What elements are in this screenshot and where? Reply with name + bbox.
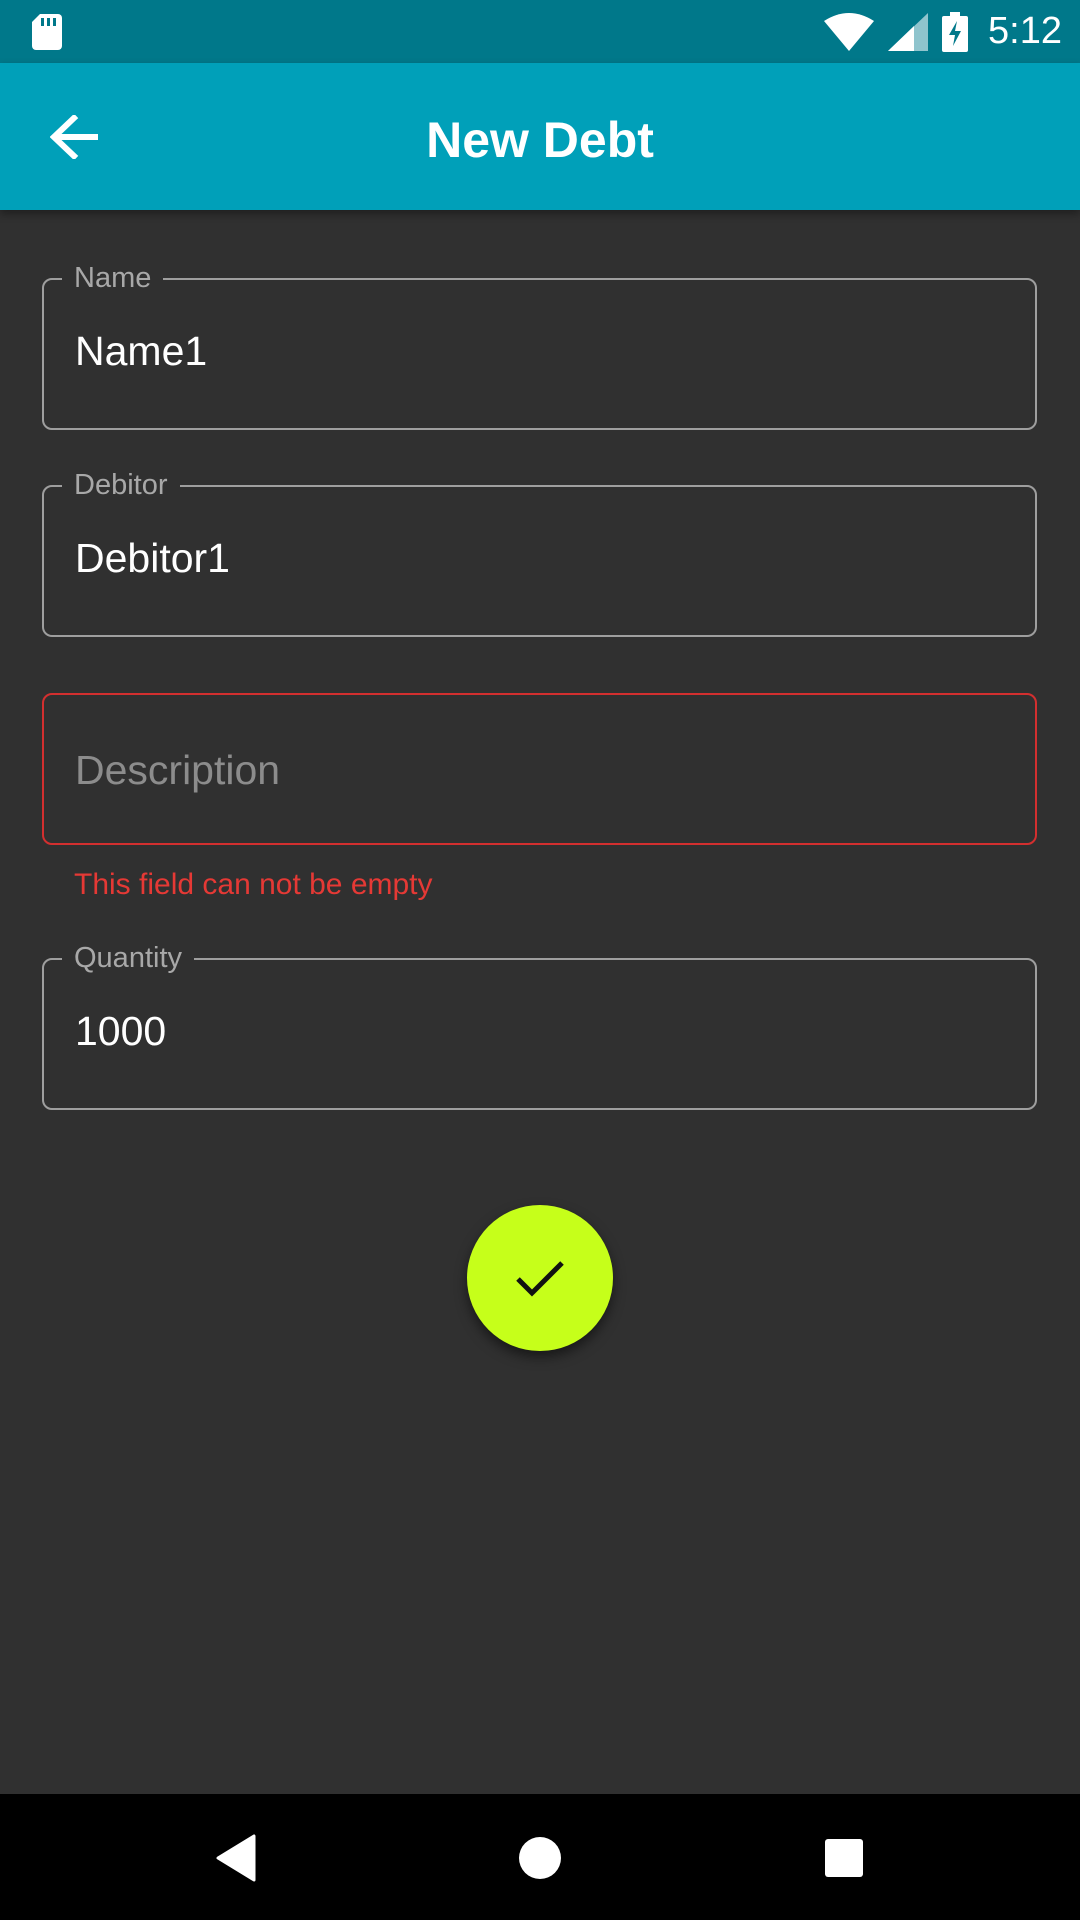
quantity-label: Quantity — [62, 938, 194, 978]
nav-back-button[interactable] — [204, 1826, 268, 1890]
confirm-button[interactable] — [467, 1205, 613, 1351]
battery-charging-icon — [942, 11, 969, 52]
recents-square-icon — [825, 1839, 863, 1877]
nav-recents-button[interactable] — [812, 1826, 876, 1890]
quantity-value: 1000 — [75, 1008, 167, 1054]
system-nav-bar — [0, 1794, 1080, 1920]
name-field[interactable]: Name Name1 — [42, 258, 1037, 430]
home-circle-icon — [519, 1837, 561, 1879]
description-field[interactable]: Description — [42, 693, 1037, 845]
nav-home-button[interactable] — [508, 1826, 572, 1890]
check-icon — [516, 1261, 564, 1297]
description-placeholder: Description — [75, 747, 281, 793]
quantity-field[interactable]: Quantity 1000 — [42, 938, 1037, 1110]
debitor-field[interactable]: Debitor Debitor1 — [42, 465, 1037, 637]
status-icons: 5:12 — [824, 0, 1062, 63]
page-title: New Debt — [426, 112, 654, 168]
back-triangle-icon — [216, 1834, 256, 1882]
signal-icon — [888, 12, 929, 51]
sd-card-icon — [32, 14, 62, 50]
status-bar: 5:12 — [0, 0, 1080, 63]
status-time: 5:12 — [988, 10, 1062, 52]
name-label: Name — [62, 258, 164, 298]
description-error-message: This field can not be empty — [74, 868, 433, 901]
name-value: Name1 — [75, 328, 208, 374]
app-bar: New Debt — [0, 63, 1080, 210]
debitor-value: Debitor1 — [75, 535, 230, 581]
wifi-icon — [824, 12, 875, 51]
debitor-label: Debitor — [62, 465, 180, 505]
